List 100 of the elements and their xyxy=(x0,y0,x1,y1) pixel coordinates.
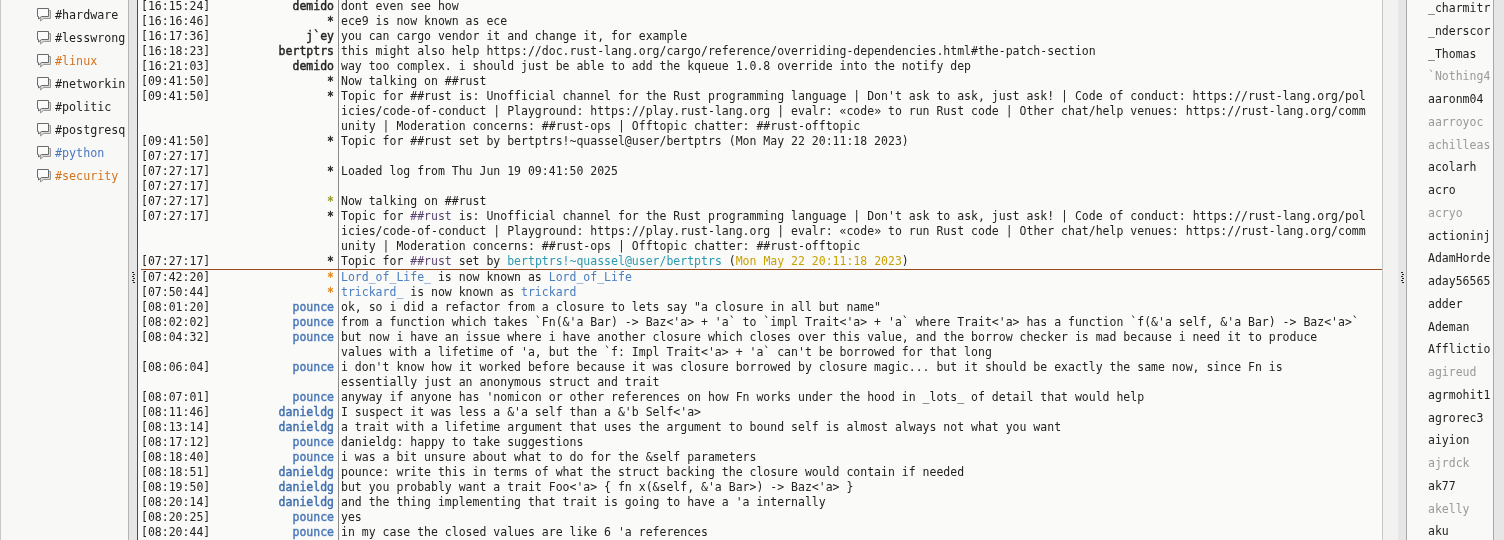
sender-nick: pounce xyxy=(292,449,334,464)
nick-item[interactable]: aaronm04 xyxy=(1407,88,1493,111)
sender-nick: danieldg xyxy=(278,419,334,434)
timestamp: [08:11:46] xyxy=(141,404,211,420)
chat-bubble-icon xyxy=(36,76,52,91)
message-text: you can cargo vendor it and change it, for example xyxy=(341,28,689,44)
nick-item[interactable]: aday56565 xyxy=(1407,270,1493,293)
timestamp: [08:20:44] xyxy=(141,524,211,540)
message-text: Loaded log from Thu Jun 19 09:41:50 2025 xyxy=(341,163,619,179)
timestamp: [07:42:20] xyxy=(141,269,211,285)
timestamp: [08:18:40] xyxy=(141,449,211,465)
timestamp: [08:19:50] xyxy=(141,479,211,495)
timestamp: [09:41:50] xyxy=(141,133,211,149)
timestamp: [07:27:17] xyxy=(141,163,211,179)
message-text: trickard_ is now known as trickard xyxy=(341,284,578,300)
nick-item[interactable]: _Thomas xyxy=(1407,42,1493,66)
timestamp: [07:27:17] xyxy=(141,193,211,209)
nick-item[interactable]: Afflictio xyxy=(1407,338,1493,361)
message-text: I suspect it was less a &'a self than a &'b Self<'a> xyxy=(341,404,703,420)
nick-item[interactable]: Ademan xyxy=(1407,315,1493,339)
timestamp: [07:27:17] xyxy=(141,208,211,225)
chat-bubble-icon xyxy=(36,145,52,160)
sender-nick: danieldg xyxy=(278,494,334,509)
timestamp: [16:17:36] xyxy=(141,28,211,44)
message-text: Lord_of_Life_ is now known as Lord_of_Life xyxy=(341,269,633,285)
sender-nick: pounce xyxy=(292,329,334,344)
nick-item[interactable]: aiyion xyxy=(1407,429,1493,452)
grip-icon[interactable] xyxy=(131,272,135,284)
timestamp: [08:02:02] xyxy=(141,314,211,330)
nick-item[interactable]: actioninj xyxy=(1407,224,1493,248)
message-text: from a function which takes `Fn(&'a Bar) -> Baz<'a> + 'a` to `impl Trait<'a> + 'a` where Trait<'a> has a function `f(&'a self, &'a Bar) -> Baz<'a>` xyxy=(341,314,1360,330)
nick-item[interactable]: agrorec3 xyxy=(1407,406,1493,430)
sender-nick: danieldg xyxy=(278,464,334,479)
sender-nick: danieldg xyxy=(278,479,334,494)
timestamp: [08:06:04] xyxy=(141,359,211,376)
nick-item[interactable]: adder xyxy=(1407,292,1493,316)
message-text: ece9 is now known as ece xyxy=(341,13,509,29)
sender-nick: pounce xyxy=(292,299,334,314)
timestamp: [08:18:51] xyxy=(141,464,211,480)
sender-nick: * xyxy=(327,253,334,268)
sender-nick: danieldg xyxy=(278,404,334,419)
message-text: pounce: write this in terms of what the struct backing the closure would contain if needed xyxy=(341,464,966,480)
message-text: in my case the closed values are like 6 'a references xyxy=(341,524,709,540)
message-text: Topic for ##rust set by bertptrs!~quassel@user/bertptrs (Mon May 22 20:11:18 2023) xyxy=(341,133,910,149)
timestamp: [08:01:20] xyxy=(141,299,211,315)
sender-nick: bertptrs xyxy=(278,43,334,58)
chat-bubble-icon xyxy=(36,30,52,45)
message-text: this might also help https://doc.rust-lang.org/cargo/reference/overriding-dependencies.html#the-patch-section xyxy=(341,43,1097,59)
channel-item[interactable]: #politic xyxy=(1,95,128,118)
timestamp: [16:18:23] xyxy=(141,43,211,59)
sender-nick: pounce xyxy=(292,359,334,374)
sender-nick: pounce xyxy=(292,524,334,539)
message-text: Now talking on ##rust xyxy=(341,193,488,209)
message-text: Now talking on ##rust xyxy=(341,73,488,89)
sender-nick: pounce xyxy=(292,389,334,404)
message-text: Topic for ##rust is: Unofficial channel for the Rust programming language | Don't ask to ask, just ask! | Code of conduct: https://rust-lang.org/policies/code-of-conduct | Playground: https://play.rust-lang.org | evalr: «code» to run Rust code | Other chat/help venues: https://rust-lang.org/community | Moderation concerns: ##rust-ops | Offtopic chatter: ##rust-offtopic xyxy=(341,88,1367,134)
grip-icon[interactable] xyxy=(1400,272,1404,284)
nick-item[interactable]: aku xyxy=(1407,520,1493,540)
nick-item[interactable]: agrmohit1 xyxy=(1407,383,1493,407)
timestamp: [16:15:24] xyxy=(141,0,211,14)
timestamp: [08:20:14] xyxy=(141,494,211,510)
message-text: a trait with a lifetime argument that uses the argument to bound self is almost always not what you want xyxy=(341,419,1063,435)
sender-nick: * xyxy=(327,73,334,88)
message-text: i was a bit unsure about what to do for the &self parameters xyxy=(341,449,758,465)
timestamp: [08:17:12] xyxy=(141,434,211,450)
sender-nick: demido xyxy=(292,58,334,73)
scrollbar[interactable] xyxy=(1382,0,1398,540)
nick-item[interactable]: acro xyxy=(1407,179,1493,202)
chat-bubble-icon xyxy=(36,122,52,137)
nick-item[interactable]: acolarh xyxy=(1407,156,1493,179)
message-text: yes xyxy=(341,509,363,525)
channel-item[interactable]: #networkin xyxy=(1,72,128,95)
message-text: and the thing implementing that trait is going to have a 'a internally xyxy=(341,494,827,510)
message-text: dont even see how xyxy=(341,0,460,14)
sender-nick: * xyxy=(327,269,334,284)
nick-item[interactable]: _nderscor xyxy=(1407,19,1493,43)
sender-nick: * xyxy=(327,163,334,178)
sender-nick: * xyxy=(327,88,334,103)
message-text: danieldg: happy to take suggestions xyxy=(341,434,585,450)
channel-item[interactable]: #lesswrong xyxy=(1,26,128,49)
message-text: but you probably want a trait Foo<'a> { fn x(&self, &'a Bar>) -> Baz<'a> } xyxy=(341,479,855,495)
message-text: ok, so i did a refactor from a closure to lets say "a closure in all but name" xyxy=(341,299,883,315)
nick-item[interactable]: _charmitr xyxy=(1407,0,1493,20)
nick-item[interactable]: ak77 xyxy=(1407,474,1493,498)
channel-item[interactable]: #hardware xyxy=(1,3,128,26)
sender-nick: pounce xyxy=(292,434,334,449)
timestamp: [09:41:50] xyxy=(141,73,211,89)
sender-nick: * xyxy=(327,284,334,299)
chat-bubble-icon xyxy=(36,99,52,114)
timestamp: [16:16:46] xyxy=(141,13,211,29)
sender-nick: * xyxy=(327,133,334,148)
channel-item[interactable]: #python xyxy=(1,141,128,164)
chat-bubble-icon xyxy=(36,7,52,22)
channel-item[interactable]: #postgresq xyxy=(1,118,128,141)
timestamp: [07:50:44] xyxy=(141,284,211,300)
timestamp: [16:21:03] xyxy=(141,58,211,74)
sender-nick: * xyxy=(327,193,334,208)
sender-nick: * xyxy=(327,13,334,28)
sender-nick: demido xyxy=(292,0,334,13)
nick-item[interactable]: AdamHorde xyxy=(1407,247,1493,270)
